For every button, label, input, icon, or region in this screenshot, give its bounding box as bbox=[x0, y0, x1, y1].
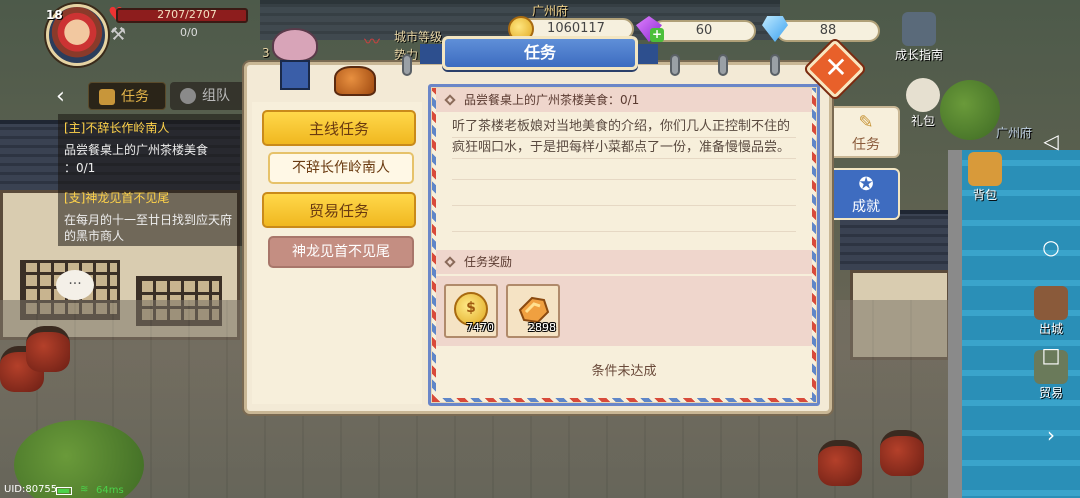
side-quest-title[interactable]: [支]神龙见首不见尾 bbox=[64, 190, 169, 206]
chat-button[interactable]: ··· bbox=[56, 270, 94, 300]
tab-team-label: 组队 bbox=[202, 88, 230, 104]
back-nav-icon[interactable]: ◁ bbox=[1040, 130, 1062, 152]
reward-experience-amount: 2898 bbox=[528, 321, 556, 334]
gift-button[interactable]: 礼包 bbox=[896, 78, 950, 129]
gem-counter: 60 bbox=[652, 20, 756, 42]
main-quest-progress: ：0/1 bbox=[64, 161, 96, 175]
add-gem-button[interactable]: + bbox=[650, 28, 664, 42]
location-label: 广州府 bbox=[996, 126, 1033, 140]
diamond-bullet-icon bbox=[444, 94, 456, 106]
tab-quest[interactable]: 任务 bbox=[88, 82, 166, 110]
category-main-quest[interactable]: 主线任务 bbox=[262, 110, 416, 146]
bag-button[interactable]: 背包 bbox=[962, 152, 1008, 203]
axe-icon: ⚒ bbox=[110, 24, 127, 45]
clip-pin bbox=[718, 54, 728, 76]
hero-sprite bbox=[272, 28, 318, 100]
food-pot-icon bbox=[334, 66, 376, 96]
main-quest-title[interactable]: [主]不辞长作岭南人 bbox=[64, 120, 169, 136]
collapse-arrow-icon[interactable]: ‹ bbox=[56, 84, 65, 109]
exit-city-button[interactable]: 出城 bbox=[1028, 286, 1074, 337]
dialog-title: 任务 bbox=[442, 36, 638, 70]
gift-label: 礼包 bbox=[910, 114, 935, 128]
gift-bag-icon bbox=[906, 78, 940, 112]
diamond-counter: 88 bbox=[776, 20, 880, 42]
home-nav-icon[interactable]: ○ bbox=[1040, 236, 1062, 258]
clip-pin bbox=[402, 54, 412, 76]
category-trade-quest[interactable]: 贸易任务 bbox=[262, 192, 416, 228]
tab-team[interactable]: 组队 bbox=[170, 82, 246, 110]
quest-scroll-icon bbox=[99, 89, 115, 105]
gate-icon bbox=[1034, 286, 1068, 320]
side-quest-desc: 在每月的十一至廿日找到应天府的黑市商人 bbox=[64, 213, 233, 243]
reward-gold-amount: 7470 bbox=[466, 321, 494, 334]
player-level: 18 bbox=[46, 8, 63, 22]
diamond-bullet-icon bbox=[444, 256, 456, 268]
clip-pin bbox=[770, 54, 780, 76]
battery-icon bbox=[56, 487, 72, 495]
map-icon bbox=[902, 12, 936, 46]
reward-header-text: 任务奖励 bbox=[464, 255, 513, 269]
floor-label: 3 bbox=[262, 46, 270, 60]
trade-label: 贸易 bbox=[1038, 386, 1063, 400]
close-icon[interactable]: ✕ bbox=[824, 50, 848, 86]
tab-quest-label: 任务 bbox=[121, 89, 149, 105]
bag-label: 背包 bbox=[972, 188, 997, 202]
city-level-label: 城市等级 bbox=[394, 30, 443, 44]
exit-city-label: 出城 bbox=[1038, 322, 1063, 336]
city-name: 广州府 bbox=[532, 4, 569, 18]
side-tab-task[interactable]: ✎ 任务 bbox=[834, 106, 900, 158]
feather-icon: ✎ bbox=[858, 112, 874, 133]
ping-value: 64ms bbox=[96, 485, 124, 496]
main-quest-desc: 品尝餐桌上的广州茶楼美食 bbox=[64, 143, 209, 157]
expand-arrow-icon[interactable]: › bbox=[1040, 424, 1062, 446]
team-icon bbox=[180, 88, 196, 104]
quest-header: 品尝餐桌上的广州茶楼美食：0/1 bbox=[436, 88, 812, 112]
hp-text: 2707/2707 bbox=[157, 8, 217, 21]
clip-pin bbox=[670, 54, 680, 76]
mp-text: 0/0 bbox=[180, 26, 198, 39]
quest-item-trade[interactable]: 神龙见首不见尾 bbox=[268, 236, 414, 268]
quest-item-main[interactable]: 不辞长作岭南人 bbox=[268, 152, 414, 184]
quest-header-text: 品尝餐桌上的广州茶楼美食：0/1 bbox=[464, 93, 640, 107]
user-id: UID:80755 bbox=[4, 484, 58, 495]
medal-icon: ✪ bbox=[858, 174, 874, 195]
ribbon-scroll-icon: 〰 bbox=[364, 28, 394, 51]
recent-apps-nav-icon[interactable]: □ bbox=[1040, 344, 1062, 366]
backpack-icon bbox=[968, 152, 1002, 186]
growth-guide-button[interactable]: 成长指南 bbox=[884, 12, 954, 63]
side-tab-achievement-label: 成就 bbox=[852, 199, 880, 215]
wifi-icon: ≋ bbox=[80, 484, 89, 495]
side-tab-achievement[interactable]: ✪ 成就 bbox=[834, 168, 900, 220]
reward-header: 任务奖励 bbox=[436, 250, 812, 274]
side-tab-task-label: 任务 bbox=[852, 137, 880, 153]
quest-status: 条件未达成 bbox=[591, 364, 657, 379]
growth-guide-label: 成长指南 bbox=[894, 48, 943, 62]
